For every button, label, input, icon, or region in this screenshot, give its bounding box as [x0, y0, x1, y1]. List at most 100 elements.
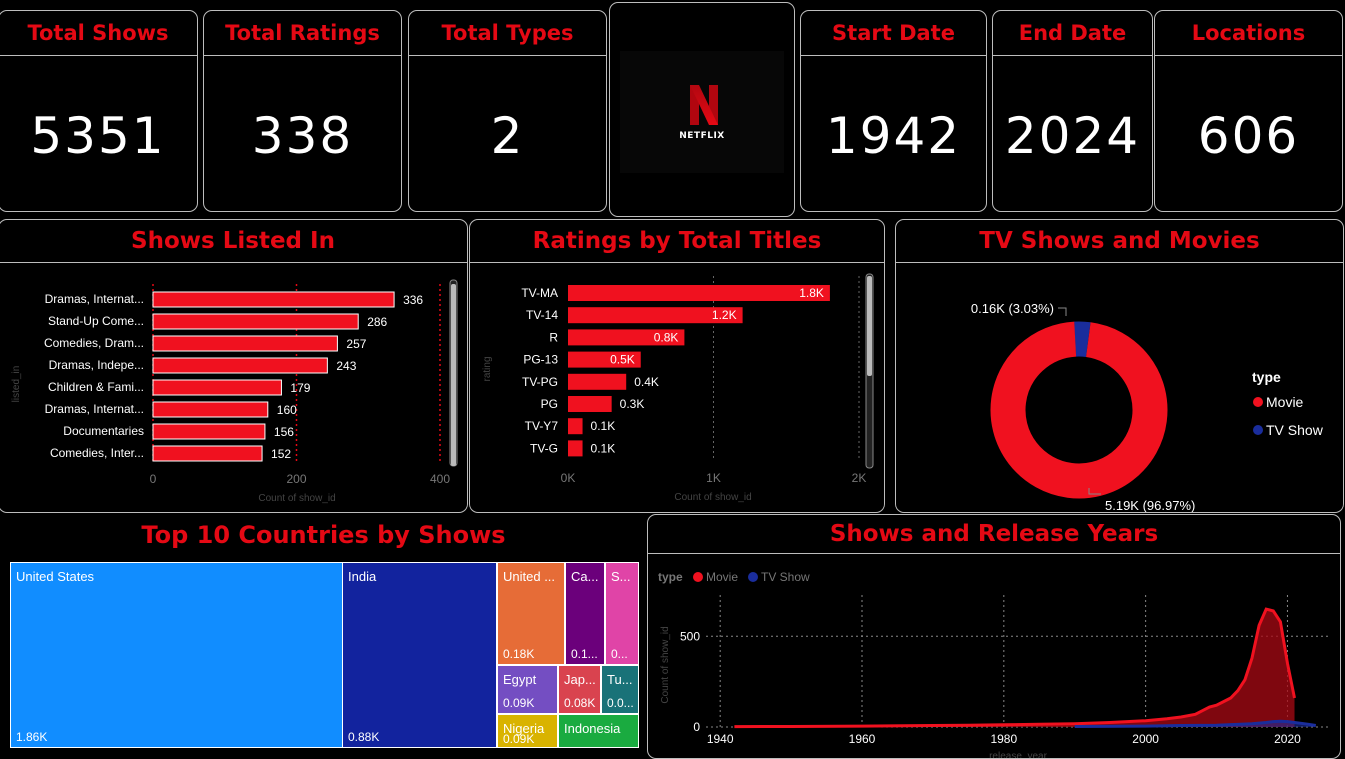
category-label: Documentaries	[63, 424, 144, 438]
tick-label: 1960	[849, 732, 876, 746]
legend-label: Movie	[1266, 394, 1304, 410]
data-label: 0.1K	[591, 441, 616, 455]
bar	[568, 396, 612, 412]
data-label: 1.2K	[712, 308, 737, 322]
category-label: Comedies, Dram...	[44, 336, 144, 350]
x-axis-label: release_year	[989, 751, 1047, 759]
kpi-end-date: End Date 2024	[992, 10, 1153, 212]
treemap-cell[interactable]: Indonesia	[558, 714, 639, 748]
category-label: Dramas, Internat...	[45, 292, 144, 306]
treemap-value: 0.18K	[503, 647, 535, 661]
treemap-cell[interactable]: Ca... 0.1...	[565, 562, 605, 665]
treemap-cell[interactable]: Nigeria 0.09K	[497, 714, 558, 748]
bar	[568, 440, 583, 457]
treemap-label: United States	[16, 569, 95, 584]
category-label: PG	[541, 397, 558, 411]
legend-label: TV Show	[1266, 422, 1324, 438]
data-label: 0.1K	[591, 419, 616, 433]
treemap-value: 0.08K	[564, 696, 596, 710]
data-label: 336	[403, 293, 423, 307]
y-axis-label: rating	[482, 356, 493, 381]
category-label: Comedies, Inter...	[50, 446, 144, 460]
kpi-total-shows: Total Shows 5351	[0, 10, 198, 212]
x-axis-label: Count of show_id	[258, 493, 335, 504]
legend-title: type	[1252, 369, 1281, 385]
bar	[152, 291, 395, 308]
treemap-label: S...	[611, 569, 631, 584]
bar	[568, 373, 627, 390]
countries-chart-panel[interactable]: Top 10 Countries by Shows United States 1…	[0, 515, 647, 759]
treemap-cell[interactable]: Tu... 0.0...	[601, 665, 639, 714]
tick-label: 0K	[561, 471, 576, 485]
chart-title: Ratings by Total Titles	[470, 220, 884, 263]
category-label: TV-G	[530, 441, 558, 455]
treemap-cell[interactable]: S... 0...	[605, 562, 639, 665]
kpi-title: Total Types	[409, 11, 606, 56]
tick-label: 200	[286, 472, 306, 486]
netflix-logo-card: NETFLIX	[609, 2, 795, 217]
treemap-label: Egypt	[503, 672, 537, 687]
kpi-title: Total Shows	[0, 11, 197, 56]
y-axis-label: Count of show_id	[660, 626, 671, 703]
treemap-label: Jap...	[564, 672, 596, 687]
tick-label: 0	[693, 720, 700, 734]
data-label: 152	[271, 447, 291, 461]
tick-label: 2K	[852, 471, 867, 485]
treemap-value: 0.1...	[571, 647, 598, 661]
release-years-chart[interactable]: type Movie TV Show 1940 1960 1980 2000 2020 0 500…	[648, 555, 1340, 759]
treemap-cell[interactable]: United ... 0.18K	[497, 562, 565, 665]
bar	[152, 357, 328, 374]
kpi-title: End Date	[993, 11, 1152, 56]
ratings-chart-card[interactable]: Ratings by Total Titles TV-MA 1.8K TV-14 1.…	[469, 219, 885, 513]
y-axis-label: listed_in	[11, 366, 22, 403]
data-label: 156	[274, 425, 294, 439]
release-years-chart-card[interactable]: Shows and Release Years type Movie TV Show…	[647, 514, 1341, 759]
category-label: Children & Fami...	[48, 380, 144, 394]
netflix-n-icon	[690, 85, 718, 125]
scrollbar-thumb	[867, 276, 872, 376]
legend-marker	[693, 572, 703, 582]
listed-in-chart[interactable]: Dramas, Internat... 336 Stand-Up Come... 28…	[0, 264, 467, 513]
data-label: 179	[290, 381, 310, 395]
category-label: R	[549, 330, 558, 344]
listed-in-chart-card[interactable]: Shows Listed In Dramas, Internat... 336 St…	[0, 219, 468, 513]
ratings-chart[interactable]: TV-MA 1.8K TV-14 1.2K R 0.8K PG-13 0.5K TV-PG 0.4…	[470, 264, 884, 513]
bar	[152, 335, 338, 352]
netflix-wordmark: NETFLIX	[679, 131, 725, 141]
category-label: TV-MA	[521, 286, 558, 300]
bar	[152, 313, 359, 330]
category-label: Dramas, Internat...	[45, 402, 144, 416]
countries-treemap[interactable]: United States 1.86K India 0.88K United ... 0.…	[0, 515, 647, 759]
bar	[152, 401, 269, 418]
treemap-cell[interactable]: Jap... 0.08K	[558, 665, 601, 714]
chart-title: Shows and Release Years	[648, 515, 1340, 554]
treemap-value: 0.09K	[503, 696, 535, 710]
types-donut-chart[interactable]: 0.16K (3.03%) 5.19K (96.97%) type Movie TV S…	[896, 264, 1343, 513]
treemap-cell[interactable]: United States 1.86K	[10, 562, 343, 748]
scrollbar-thumb	[451, 284, 456, 466]
kpi-value: 338	[251, 107, 354, 165]
bar	[152, 379, 282, 396]
category-label: TV-14	[526, 308, 558, 322]
data-label: 0.3K	[620, 397, 645, 411]
treemap-value: 0...	[611, 647, 628, 661]
bar	[152, 445, 263, 462]
data-label: 160	[277, 403, 297, 417]
leader-line	[1058, 307, 1067, 316]
types-chart-card[interactable]: TV Shows and Movies 0.16K (3.03%) 5.19K (…	[895, 219, 1344, 513]
treemap-cell[interactable]: India 0.88K	[342, 562, 497, 748]
data-label: 0.8K	[654, 330, 679, 344]
legend-marker	[1253, 425, 1263, 435]
category-label: PG-13	[523, 353, 558, 367]
data-label: 243	[336, 359, 356, 373]
tick-label: 400	[430, 472, 450, 486]
tick-label: 1940	[707, 732, 734, 746]
data-label: 286	[367, 315, 387, 329]
treemap-label: Tu...	[607, 672, 633, 687]
tick-label: 1K	[706, 471, 721, 485]
treemap-cell[interactable]: Egypt 0.09K	[497, 665, 558, 714]
kpi-locations: Locations 606	[1154, 10, 1343, 212]
legend-marker	[1253, 397, 1263, 407]
kpi-total-ratings: Total Ratings 338	[203, 10, 402, 212]
treemap-label: United ...	[503, 569, 556, 584]
